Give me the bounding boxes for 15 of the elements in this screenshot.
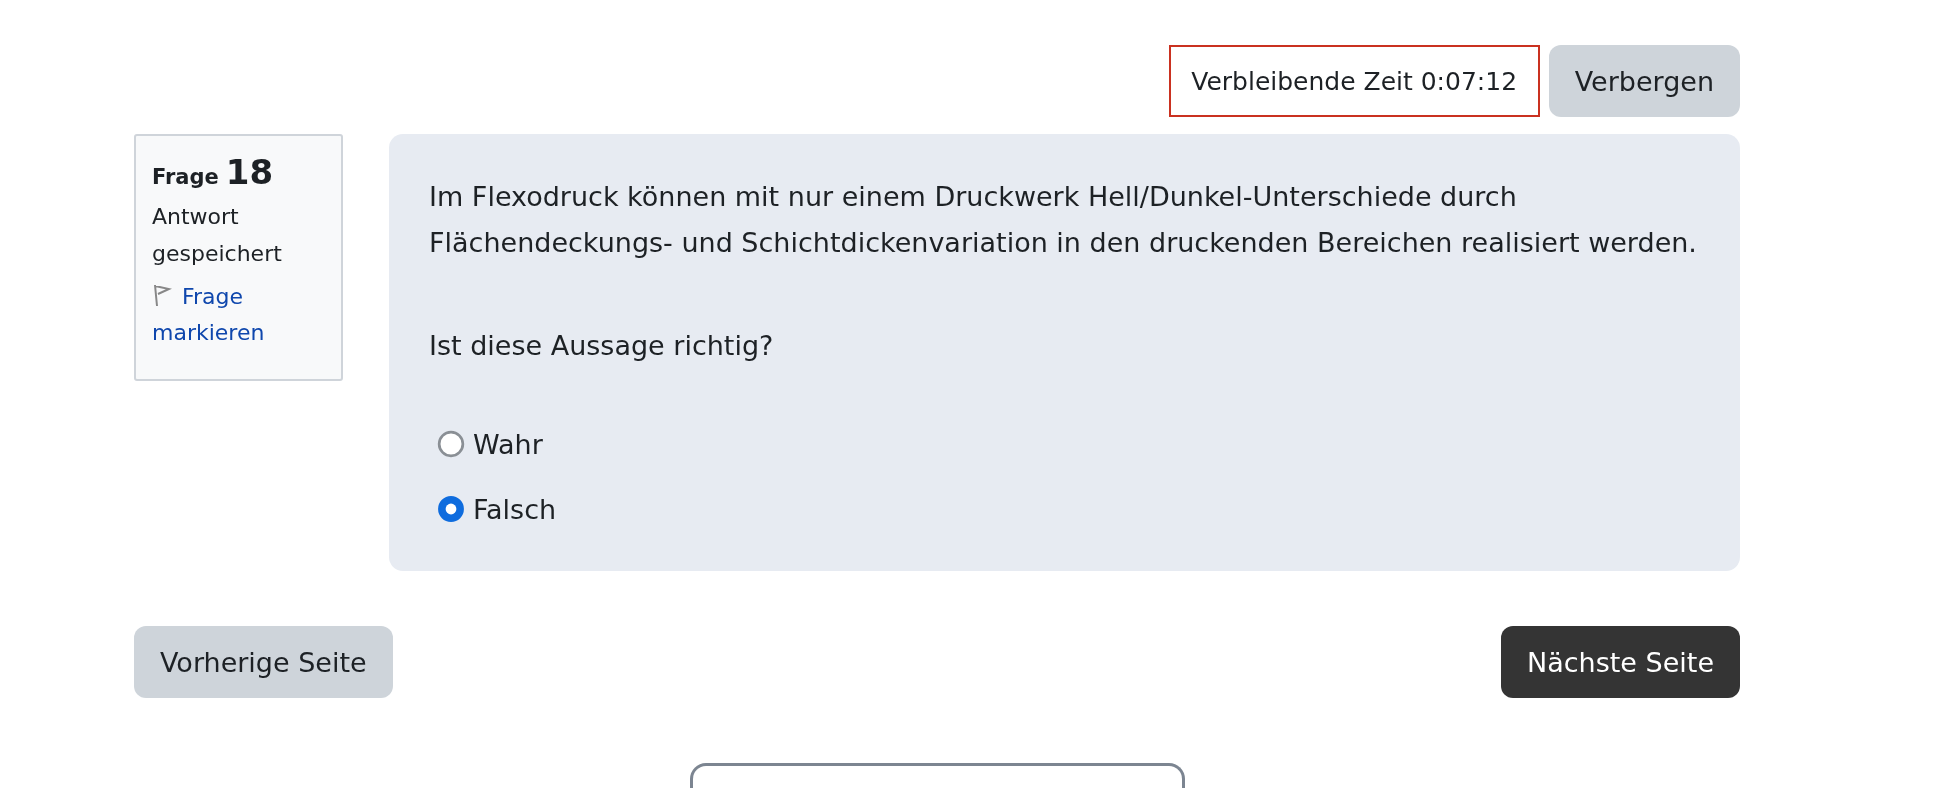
option-label[interactable]: Wahr <box>473 428 543 460</box>
question-text: Im Flexodruck können mit nur einem Druckwerk Hell/Dunkel-Unterschiede durch Flächendeckungs- und Schichtdickenvariation in den druckenden Bereichen realisiert werden. <box>429 180 1698 260</box>
answer-status: Antwort gespeichert <box>152 203 283 269</box>
previous-page-button[interactable]: Vorherige Seite <box>134 626 393 698</box>
next-page-button[interactable]: Nächste Seite <box>1501 626 1740 698</box>
timer-text: Verbleibende Zeit 0:07:12 <box>1168 45 1540 117</box>
radio-button[interactable] <box>437 495 465 524</box>
option-label[interactable]: Falsch <box>473 493 557 525</box>
question-label: Frage <box>152 165 219 189</box>
flag-question-link[interactable]: Frage markieren <box>152 278 325 352</box>
radio-button[interactable] <box>437 430 465 459</box>
question-prompt: Ist diese Aussage richtig? <box>429 329 775 361</box>
hide-button[interactable]: Verbergen <box>1548 45 1740 117</box>
flag-icon[interactable] <box>152 282 172 307</box>
question-number: 18 <box>225 152 274 192</box>
